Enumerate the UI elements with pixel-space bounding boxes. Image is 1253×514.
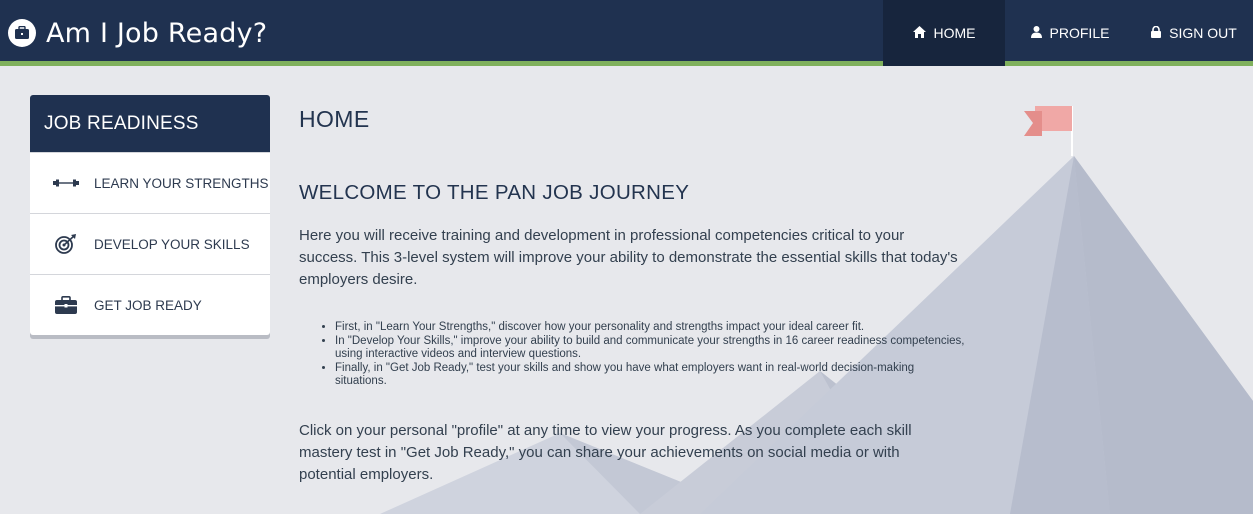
sidebar-item-label: DEVELOP YOUR SKILLS xyxy=(94,236,250,252)
list-item: Finally, in "Get Job Ready," test your s… xyxy=(335,362,965,389)
intro-paragraph: Here you will receive training and devel… xyxy=(299,227,958,288)
app-title: Am I Job Ready? xyxy=(46,17,268,49)
home-icon xyxy=(912,25,926,41)
sidebar-item-get-job-ready[interactable]: GET JOB READY xyxy=(30,274,270,335)
list-item: In "Develop Your Skills," improve your a… xyxy=(335,335,965,362)
top-navbar: Am I Job Ready? HOME PROFILE SIGN OUT xyxy=(0,0,1253,66)
nav-sign-out-label: SIGN OUT xyxy=(1169,25,1237,41)
nav-home-label: HOME xyxy=(933,25,976,41)
page-title: HOME xyxy=(299,106,370,132)
welcome-heading: WELCOME TO THE PAN JOB JOURNEY xyxy=(299,181,690,204)
sidebar-item-label: GET JOB READY xyxy=(94,297,202,313)
list-item: First, in "Learn Your Strengths," discov… xyxy=(335,321,965,335)
briefcase-icon xyxy=(52,296,80,314)
user-icon xyxy=(1030,25,1042,41)
brand[interactable]: Am I Job Ready? xyxy=(8,0,267,66)
nav-profile-label: PROFILE xyxy=(1049,25,1110,41)
nav-profile[interactable]: PROFILE xyxy=(1005,0,1135,66)
sidebar-item-label: LEARN YOUR STRENGTHS xyxy=(94,175,269,191)
main-nav: HOME PROFILE SIGN OUT xyxy=(883,0,1253,66)
briefcase-logo-icon xyxy=(8,19,36,47)
lock-icon xyxy=(1151,25,1162,41)
profile-paragraph: Click on your personal "profile" at any … xyxy=(299,421,912,483)
sidebar-item-develop-your-skills[interactable]: DEVELOP YOUR SKILLS xyxy=(30,213,270,274)
sidebar-heading: JOB READINESS xyxy=(30,95,270,152)
target-icon xyxy=(52,234,80,254)
nav-sign-out[interactable]: SIGN OUT xyxy=(1135,0,1253,66)
job-readiness-sidebar: JOB READINESS LEARN YOUR STRENGTHS DEVEL… xyxy=(30,95,270,335)
main-content: HOME WELCOME TO THE PAN JOB JOURNEY Here… xyxy=(299,106,999,486)
sidebar-item-learn-your-strengths[interactable]: LEARN YOUR STRENGTHS xyxy=(30,152,270,213)
dumbbell-icon xyxy=(52,178,80,188)
nav-home[interactable]: HOME xyxy=(883,0,1005,66)
journey-steps-list: First, in "Learn Your Strengths," discov… xyxy=(335,321,965,389)
